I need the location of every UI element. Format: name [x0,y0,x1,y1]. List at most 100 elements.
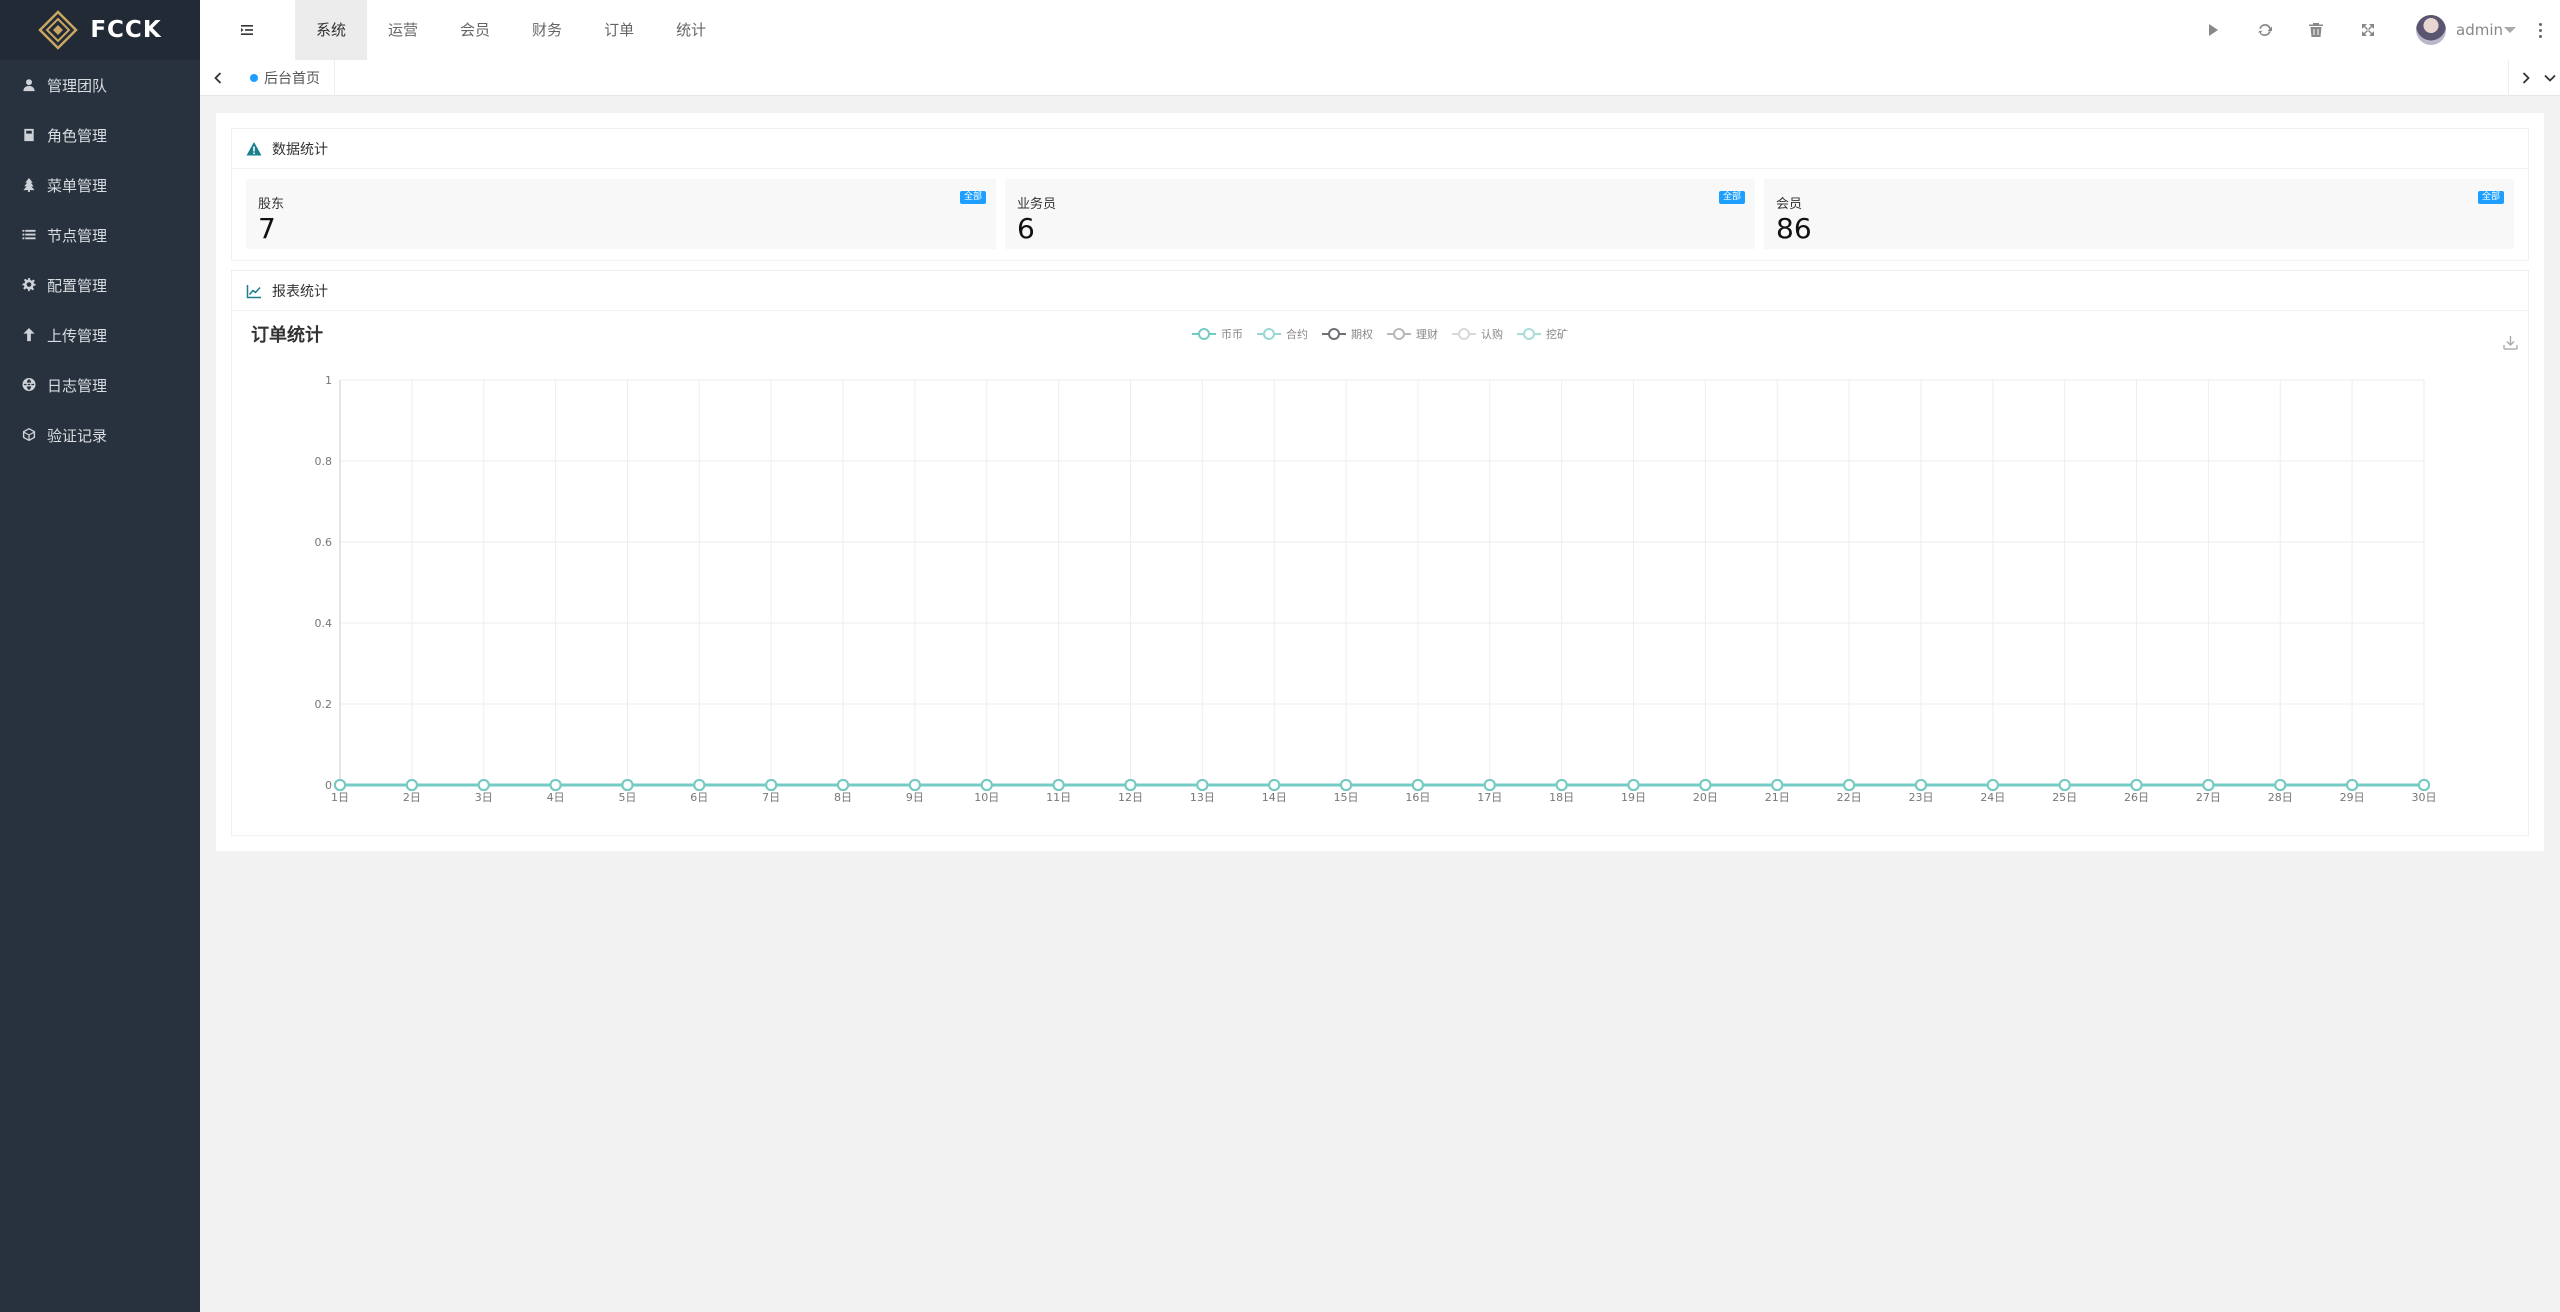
x-tick-label: 20日 [1693,791,1718,804]
stat-badge[interactable]: 全部 [1718,191,1745,204]
stat-card: 业务员 6 全部 [1005,179,1755,249]
top-tab-3[interactable]: 财务 [511,0,583,60]
globe-icon [19,375,39,395]
data-point [405,779,418,791]
data-point [621,779,634,791]
x-tick-label: 27日 [2196,791,2221,804]
x-tick-label: 6日 [690,791,708,804]
x-tick-label: 5日 [618,791,636,804]
stat-value: 6 [1017,212,1035,245]
legend-label: 期权 [1351,328,1373,341]
sidebar-item-4[interactable]: 配置管理 [0,260,200,310]
top-tab-5[interactable]: 统计 [655,0,727,60]
data-point [1268,779,1281,791]
data-point [2202,779,2215,791]
top-tab-0[interactable]: 系统 [295,0,368,60]
legend-marker [1458,328,1470,340]
sidebar-item-7[interactable]: 验证记录 [0,410,200,460]
sidebar-item-label: 上传管理 [47,326,108,345]
sidebar-item-1[interactable]: 角色管理 [0,110,200,160]
top-tab-4[interactable]: 订单 [583,0,655,60]
data-point [1555,779,1568,791]
logo[interactable]: FCCK [0,0,200,60]
y-tick-label: 0.4 [315,617,333,630]
x-tick-label: 29日 [2340,791,2365,804]
line-chart-icon [246,284,261,298]
x-tick-label: 19日 [1621,791,1646,804]
user-name[interactable]: admin [2456,20,2503,40]
top-nav: 系统 运营 会员 财务 订单 统计 [295,0,727,60]
x-tick-label: 28日 [2268,791,2293,804]
x-tick-label: 3日 [475,791,493,804]
y-tick-label: 0.2 [315,698,333,711]
chevron-left-icon[interactable] [208,68,228,88]
play-icon[interactable] [2203,20,2223,40]
legend-label: 理财 [1416,327,1438,341]
stat-badge[interactable]: 全部 [2477,191,2504,204]
x-tick-label: 1日 [331,791,349,804]
upload-icon [19,325,39,345]
sidebar-item-6[interactable]: 日志管理 [0,360,200,410]
sidebar-item-3[interactable]: 节点管理 [0,210,200,260]
chevron-down-icon[interactable] [2504,27,2516,33]
data-point [1771,779,1784,791]
stat-badge[interactable]: 全部 [959,191,986,204]
stat-card: 股东 7 全部 [246,179,996,249]
more-vertical-icon[interactable] [2536,20,2544,40]
legend-marker [1523,328,1535,340]
data-point [2130,779,2143,791]
top-tab-1[interactable]: 运营 [367,0,439,60]
y-tick-label: 0.6 [315,536,333,549]
stat-label: 股东 [258,197,285,212]
x-tick-label: 18日 [1549,791,1574,804]
page-tab-label: 后台首页 [264,71,320,87]
legend-label: 认购 [1481,327,1503,341]
sidebar-item-label: 节点管理 [47,226,108,245]
chevron-right-icon[interactable] [2516,68,2536,88]
x-tick-label: 21日 [1765,791,1790,804]
tree-icon [19,175,39,195]
logo-diamond-icon [38,10,79,50]
y-tick-label: 1 [325,374,332,387]
data-point [1986,779,1999,791]
download-icon[interactable] [2503,336,2518,350]
stat-value: 7 [258,212,276,245]
avatar[interactable] [2416,15,2446,45]
legend-label: 币币 [1221,328,1243,341]
sidebar-item-label: 菜单管理 [47,176,108,195]
stat-cards: 股东 7 全部 业务员 6 全部 会员 86 全部 [232,169,2528,259]
x-tick-label: 10日 [974,791,999,804]
top-tab-2[interactable]: 会员 [439,0,511,60]
report-panel: 报表统计 订单统计 币币 合约 期权 理财 认购 挖矿 0 0.2 0.4 0.6 0.8 1 1日 2… [231,270,2529,836]
header: 系统 运营 会员 财务 订单 统计 admin [200,0,2560,60]
data-point [1627,779,1640,791]
sidebar-item-2[interactable]: 菜单管理 [0,160,200,210]
sidebar-item-0[interactable]: 管理团队 [0,60,200,110]
stat-value: 86 [1776,212,1812,245]
legend-label: 挖矿 [1546,327,1568,341]
tab-menu-chevron-down-icon[interactable] [2540,68,2560,88]
data-stats-header: 数据统计 [232,129,2528,169]
x-tick-label: 7日 [762,791,780,804]
trash-icon[interactable] [2306,20,2326,40]
role-icon [19,125,39,145]
stat-label: 业务员 [1017,197,1057,212]
legend-label: 合约 [1286,327,1308,341]
data-point [2418,779,2430,791]
fullscreen-icon[interactable] [2358,20,2378,40]
page-tab-home[interactable]: 后台首页 [236,60,335,96]
menu-toggle-icon[interactable] [238,20,258,40]
refresh-icon[interactable] [2255,20,2275,40]
sidebar-item-label: 验证记录 [47,426,108,445]
chart-legend: 币币 合约 期权 理财 认购 挖矿 [1192,327,1568,341]
x-tick-label: 26日 [2124,791,2149,804]
gear-icon [19,275,39,295]
data-point [2274,779,2287,791]
x-tick-label: 22日 [1837,791,1862,804]
x-tick-label: 30日 [2412,791,2437,804]
data-point [2058,779,2071,791]
x-tick-label: 24日 [1980,791,2005,804]
sidebar-item-5[interactable]: 上传管理 [0,310,200,360]
active-dot-icon [250,74,258,82]
legend-marker [1198,328,1210,340]
